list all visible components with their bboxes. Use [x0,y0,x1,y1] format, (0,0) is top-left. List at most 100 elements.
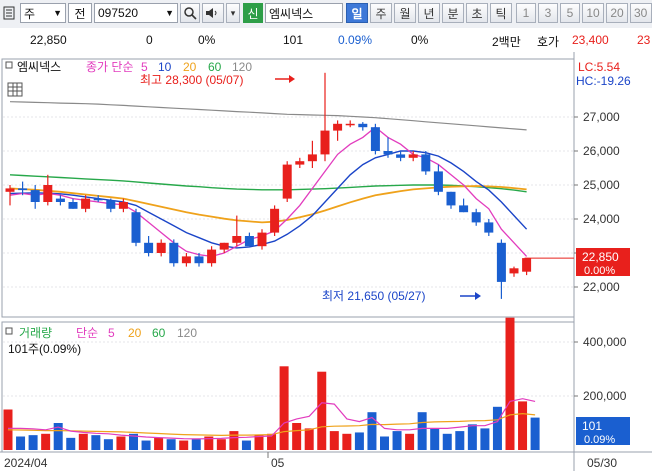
candle-body [232,236,242,243]
ask-price: 23,400 [572,33,609,47]
lc-label: LC:5.54 [578,60,620,74]
volume-bar [292,423,302,450]
chevron-down-icon: ▼ [165,8,174,18]
ma20-period: 20 [183,60,197,74]
candle-body [207,249,217,264]
tab-tick[interactable]: 틱 [490,3,512,23]
volume-bar [241,440,251,450]
volume-bar [103,439,113,450]
stock-name-field: 엠씨넥스 [265,3,343,23]
panel-toggle-icon [3,6,15,20]
stock-menu-button[interactable]: ▾ [226,3,240,23]
volume-bar [455,431,465,450]
search-button[interactable] [180,3,200,23]
stock-chart[interactable]: 27,00026,00025,00024,00023,00022,000400,… [0,52,652,471]
current-volume-tag-value: 101 [582,419,602,433]
volume-bar [505,317,515,450]
candle-body [81,198,91,209]
tab-second[interactable]: 초 [466,3,488,23]
volume-bar [191,439,201,450]
interval-10[interactable]: 10 [582,3,604,23]
tab-minute[interactable]: 분 [442,3,464,23]
candle-body [295,161,305,165]
volume-bar [442,433,452,450]
candle-body [459,205,469,213]
volume-bar [116,436,126,450]
price-tick-label: 26,000 [583,144,620,158]
vol-ma5-period: 5 [108,326,115,340]
sound-button[interactable] [202,3,224,23]
candle-body [408,154,418,158]
current-price-tag-pct: 0.00% [584,265,615,277]
candle-body [156,242,166,253]
interval-3[interactable]: 3 [538,3,558,23]
interval-30-label: 30 [634,6,648,20]
current-volume-tag-pct: 0.09% [584,434,615,446]
turnover-percent: 0% [411,33,429,47]
bid-price: 23 [637,33,651,47]
toolbar: 주 ▼ 전 097520 ▼ ▾ 신 엠씨넥스 일 주 월 년 분 초 틱 1 … [0,0,652,29]
volume-bar [41,433,51,450]
table-icon[interactable] [7,82,23,97]
market-select[interactable] [2,3,16,23]
ma5-period: 5 [141,60,148,74]
candle-body [307,154,317,162]
interval-20[interactable]: 20 [606,3,628,23]
volume-bar [28,435,38,450]
volume-bar [317,371,327,450]
candle-body [43,185,53,202]
volume-bar [380,436,389,450]
ma60-period: 60 [208,60,222,74]
candle-body [471,212,481,223]
tab-day[interactable]: 일 [346,3,368,23]
candle-body [446,191,456,206]
candle-body [370,127,380,151]
volume-bar [229,431,239,450]
tab-month-label: 월 [399,6,411,21]
market-dropdown[interactable]: 주 ▼ [20,3,66,23]
stock-code: 097520 [98,6,139,20]
interval-5-label: 5 [566,6,574,20]
volume-bar [430,428,440,450]
x-label-end: 05/30 [587,456,617,470]
volume-tick-label: 200,000 [583,389,627,403]
volume-value: 101 [283,33,304,47]
candle-body [383,151,393,155]
new-badge-label: 신 [247,6,259,21]
interval-1[interactable]: 1 [516,3,536,23]
candle-body [345,123,355,126]
volume-indicator-name: 단순 [76,326,98,340]
vol-ma20-period: 20 [128,326,142,340]
low-annotation: 최저 21,650 (05/27) [322,289,425,303]
new-badge: 신 [243,3,263,23]
interval-30[interactable]: 30 [630,3,652,23]
candle-body [5,188,15,192]
volume-bar [417,412,427,450]
candle-body [396,154,406,158]
tab-week-label: 주 [375,6,387,21]
interval-1-label: 1 [522,6,530,20]
candle-body [18,188,28,191]
candle-body [333,123,343,131]
volume-bar [329,431,339,450]
volume-bar [405,433,415,450]
interval-3-label: 3 [544,6,552,20]
volume-bar [518,401,528,450]
volume-bar [279,366,289,450]
candle-body [181,256,191,264]
candle-body [522,258,532,272]
tab-year[interactable]: 년 [418,3,440,23]
type-select[interactable]: 전 [68,3,92,23]
candle-body [106,200,116,209]
price-change: 0 [146,33,153,47]
price-tick-label: 22,000 [583,280,620,294]
price-tick-label: 24,000 [583,212,620,226]
stock-code-input[interactable]: 097520 ▼ [94,3,178,23]
trade-unit: 2백만 [492,35,521,49]
tab-week[interactable]: 주 [370,3,392,23]
panel-marker-icon [5,327,13,335]
candle-body [93,198,103,201]
tab-month[interactable]: 월 [394,3,416,23]
interval-5[interactable]: 5 [560,3,580,23]
price-tick-label: 25,000 [583,178,620,192]
